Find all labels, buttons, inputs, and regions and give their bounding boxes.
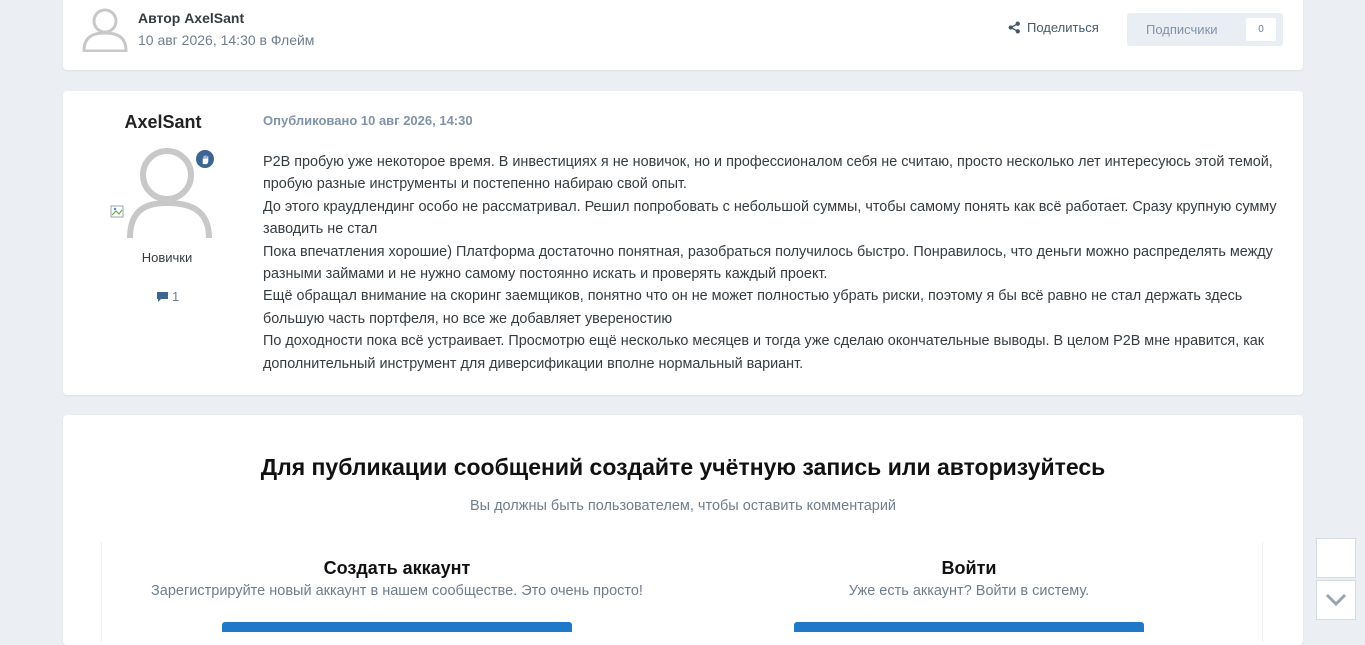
post-count[interactable]: 1: [156, 289, 179, 304]
hand-badge-icon: [194, 148, 216, 170]
follow-button[interactable]: Подписчики 0: [1127, 13, 1283, 46]
auth-title: Для публикации сообщений создайте учётну…: [260, 454, 1106, 480]
scroll-down-button[interactable]: [1316, 580, 1356, 620]
auth-subtitle: Вы должны быть пользователем, чтобы оста…: [469, 498, 897, 514]
register-title: Создать аккаунт: [323, 558, 471, 578]
login-title: Войти: [941, 558, 997, 578]
register-button[interactable]: [222, 622, 572, 632]
post-paragraph: Пока впечатления хорошие) Платформа дост…: [263, 243, 1273, 283]
user-avatar-icon[interactable]: [82, 6, 128, 52]
post-paragraph: До этого краудлендинг особо не рассматри…: [263, 198, 1277, 238]
post-paragraph: P2B пробую уже некоторое время. В инвест…: [263, 154, 1273, 193]
register-text: Зарегистрируйте новый аккаунт в нашем со…: [151, 583, 643, 599]
follow-label: Подписчики: [1146, 22, 1218, 37]
share-icon: [1008, 21, 1020, 34]
post-count-value: 1: [172, 289, 180, 304]
post-author-name[interactable]: AxelSant: [63, 112, 263, 133]
login-text: Уже есть аккаунт? Войти в систему.: [848, 583, 1090, 599]
scroll-up-button[interactable]: [1316, 538, 1356, 578]
broken-image-icon: [110, 205, 124, 218]
post-content: P2B пробую уже некоторое время. В инвест…: [263, 151, 1288, 375]
login-button[interactable]: [794, 622, 1144, 632]
post-date[interactable]: Опубликовано 10 авг 2026, 14:30: [263, 113, 473, 128]
share-button[interactable]: Поделиться: [1008, 20, 1099, 35]
share-label: Поделиться: [1027, 20, 1099, 35]
comment-icon: [157, 291, 168, 302]
follow-count: 0: [1246, 18, 1276, 41]
post-paragraph: По доходности пока всё устраивает. Просм…: [263, 333, 1265, 372]
topic-author[interactable]: Автор AxelSant: [138, 10, 244, 26]
post-paragraph: Ещё обращал внимание на скоринг заемщико…: [263, 288, 1243, 327]
topic-meta: 10 авг 2026, 14:30 в Флейм: [138, 32, 315, 48]
chevron-down-icon: [1325, 593, 1347, 607]
